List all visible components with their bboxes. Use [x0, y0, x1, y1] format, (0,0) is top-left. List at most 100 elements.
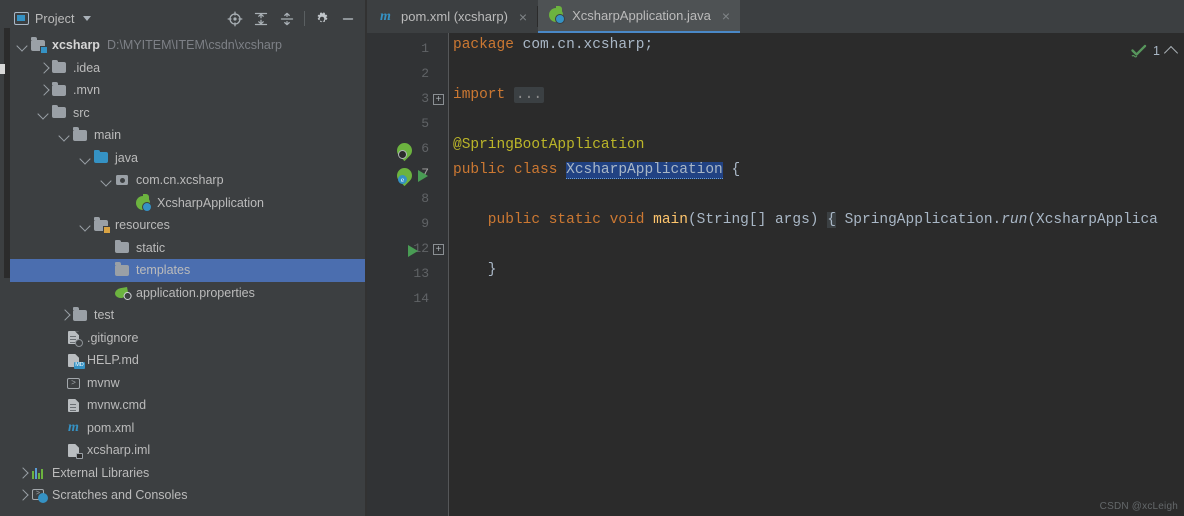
project-tool-window: Project xcsharp D:\MYITEM\ITEM\csdn\xcsh…	[10, 5, 365, 516]
line-number-column: 1 2 3 5 6 7 8 9 12 13 14	[367, 33, 429, 516]
run-arrow-icon[interactable]	[408, 245, 418, 257]
minimize-icon[interactable]	[335, 7, 361, 31]
tree-node-main[interactable]: main	[10, 124, 365, 147]
line-number: 14	[413, 291, 429, 306]
shell-script-icon: >	[65, 375, 82, 391]
expand-all-icon[interactable]	[248, 7, 274, 31]
tree-node-idea[interactable]: .idea	[10, 57, 365, 80]
spring-boot-class-icon	[135, 193, 152, 212]
tree-node-templates[interactable]: templates	[10, 259, 365, 282]
project-window-icon	[14, 12, 29, 25]
code-line-13: }	[453, 262, 497, 278]
line-number: 2	[421, 66, 429, 81]
chevron-right-icon[interactable]	[37, 61, 51, 75]
folder-icon	[114, 239, 131, 256]
tree-node-label: xcsharp	[52, 38, 100, 53]
tree-node-external-libraries[interactable]: External Libraries	[10, 462, 365, 485]
chevron-down-icon[interactable]	[100, 173, 114, 187]
tree-node-mvn[interactable]: .mvn	[10, 79, 365, 102]
chevron-down-icon[interactable]	[82, 16, 91, 21]
left-tool-rail[interactable]	[0, 0, 10, 516]
chevron-right-icon[interactable]	[16, 488, 30, 502]
locate-icon[interactable]	[222, 7, 248, 31]
tree-node-mvnw-cmd[interactable]: mvnw.cmd	[10, 394, 365, 417]
editor-tab-label: XcsharpApplication.java	[572, 8, 711, 23]
line-number: 8	[421, 191, 429, 206]
chevron-down-icon[interactable]	[37, 106, 51, 120]
tree-node-label: test	[94, 308, 115, 323]
tree-node-src[interactable]: src	[10, 102, 365, 125]
folded-imports[interactable]: ...	[513, 87, 545, 103]
line-number: 9	[421, 216, 429, 231]
tree-node-xcsharp-application[interactable]: XcsharpApplication	[10, 192, 365, 215]
fold-expand-icon[interactable]: +	[433, 244, 444, 255]
chevron-right-icon[interactable]	[16, 466, 30, 480]
tree-node-label: .mvn	[73, 83, 101, 98]
tree-node-application-properties[interactable]: application.properties	[10, 282, 365, 305]
fold-expand-icon[interactable]: +	[433, 94, 444, 105]
text-file-icon	[65, 397, 82, 413]
scratches-icon: >	[30, 487, 48, 504]
code-line-6: @SpringBootApplication	[453, 137, 645, 153]
tree-node-java[interactable]: java	[10, 147, 365, 170]
close-icon[interactable]: ×	[519, 10, 527, 24]
spring-boot-class-icon	[549, 5, 566, 24]
idea-window: Project xcsharp D:\MYITEM\ITEM\csdn\xcsh…	[0, 0, 1184, 516]
tree-node-pom-xml[interactable]: m pom.xml	[10, 417, 365, 440]
collapse-all-icon[interactable]	[274, 7, 300, 31]
editor-body[interactable]: 1 2 3 5 6 7 8 9 12 13 14 e + + package c…	[367, 33, 1184, 516]
gitignore-file-icon	[65, 330, 83, 347]
tree-node-package[interactable]: com.cn.xcsharp	[10, 169, 365, 192]
gear-icon[interactable]	[309, 7, 335, 31]
project-toolbar-buttons	[222, 7, 361, 31]
run-arrow-icon[interactable]	[418, 170, 428, 182]
line-number: 5	[421, 116, 429, 131]
spring-bean-icon[interactable]	[393, 139, 416, 162]
chevron-up-icon[interactable]	[1163, 45, 1179, 60]
chevron-down-icon[interactable]	[79, 218, 93, 232]
inspection-ok-icon[interactable]	[1131, 44, 1147, 58]
editor-tab-xcsharpapplication-java[interactable]: XcsharpApplication.java ×	[538, 0, 741, 33]
editor-tab-pom-xml[interactable]: m pom.xml (xcsharp) ×	[367, 0, 537, 33]
chevron-right-icon[interactable]	[58, 308, 72, 322]
tree-node-scratches-and-consoles[interactable]: > Scratches and Consoles	[10, 484, 365, 507]
project-tree: xcsharp D:\MYITEM\ITEM\csdn\xcsharp .ide…	[10, 32, 365, 507]
editor-tab-label: pom.xml (xcsharp)	[401, 9, 508, 24]
tree-node-label: XcsharpApplication	[157, 195, 265, 210]
tree-node-label: templates	[136, 263, 191, 278]
tree-node-help-md[interactable]: MD HELP.md	[10, 349, 365, 372]
tree-node-resources[interactable]: resources	[10, 214, 365, 237]
editor-area: m pom.xml (xcsharp) × XcsharpApplication…	[367, 0, 1184, 516]
folder-icon	[51, 104, 68, 121]
chevron-down-icon[interactable]	[16, 38, 30, 52]
chevron-down-icon[interactable]	[58, 128, 72, 142]
inspection-widget[interactable]: 1	[1131, 44, 1179, 60]
code-line-3: import ...	[453, 87, 545, 103]
tree-node-label: mvnw	[87, 375, 120, 390]
left-rail-handle[interactable]	[0, 64, 5, 74]
tree-node-gitignore[interactable]: .gitignore	[10, 327, 365, 350]
code-line-7: public class XcsharpApplication {	[453, 162, 741, 179]
folder-icon	[114, 262, 131, 278]
tree-node-label: main	[94, 128, 122, 143]
tree-node-xcsharp[interactable]: xcsharp D:\MYITEM\ITEM\csdn\xcsharp	[10, 34, 365, 57]
tree-node-label: static	[136, 240, 166, 255]
editor-tabbar: m pom.xml (xcsharp) × XcsharpApplication…	[367, 0, 1184, 33]
code-content[interactable]: package com.cn.xcsharp; import ... @Spri…	[449, 33, 1184, 516]
tree-node-label: xcsharp.iml	[87, 443, 151, 458]
chevron-down-icon[interactable]	[79, 151, 93, 165]
folder-icon	[72, 307, 89, 323]
tree-node-xcsharp-iml[interactable]: xcsharp.iml	[10, 439, 365, 462]
tree-node-static[interactable]: static	[10, 237, 365, 260]
tree-node-mvnw[interactable]: > mvnw	[10, 372, 365, 395]
chevron-right-icon[interactable]	[37, 83, 51, 97]
spring-bean-config-icon[interactable]: e	[393, 164, 416, 187]
tree-node-label: java	[115, 150, 138, 165]
line-number: 3	[421, 91, 429, 106]
project-panel-title: Project	[35, 11, 75, 26]
maven-file-icon: m	[380, 8, 391, 24]
close-icon[interactable]: ×	[722, 9, 730, 23]
project-title-group[interactable]: Project	[14, 12, 91, 26]
code-line-1: package com.cn.xcsharp;	[453, 37, 654, 53]
tree-node-test[interactable]: test	[10, 304, 365, 327]
